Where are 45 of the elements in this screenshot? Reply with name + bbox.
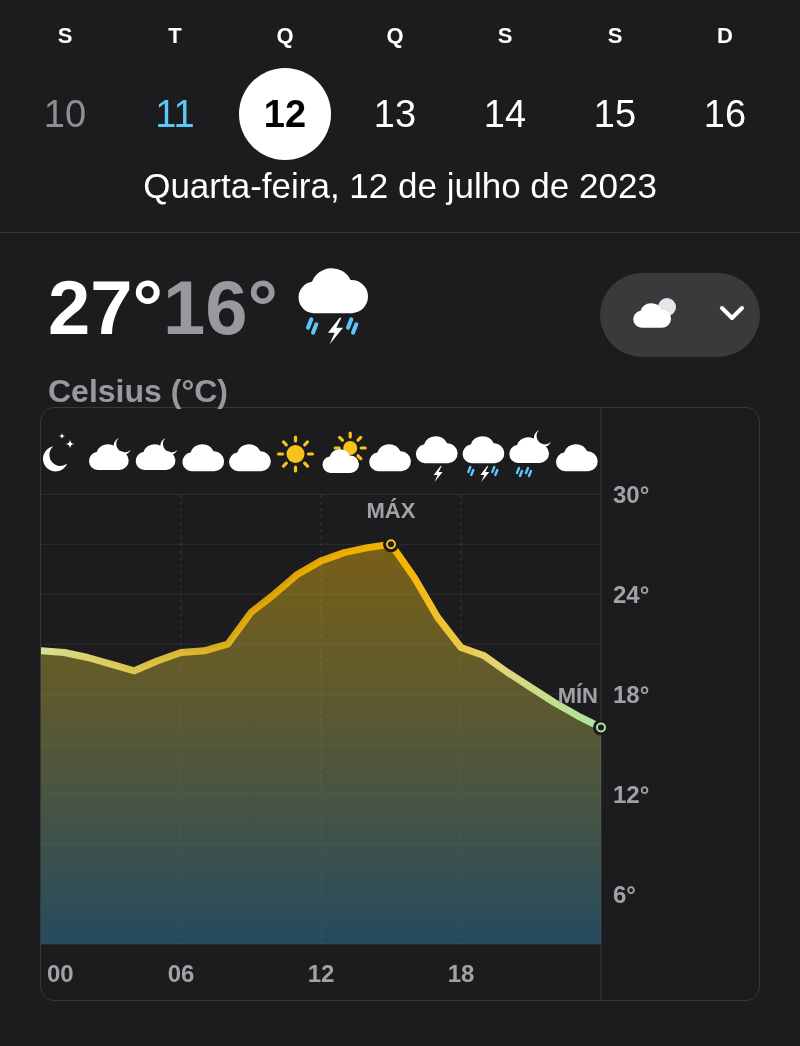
cloud-icon (182, 444, 225, 472)
y-axis-label: 18° (613, 680, 650, 708)
cloud-moon-rain-icon (509, 430, 551, 478)
low-temperature: 16° (162, 268, 278, 348)
weekday-label: Q (386, 22, 404, 50)
day-button[interactable]: 14 (459, 68, 551, 160)
cloud-icon (369, 444, 411, 472)
cloud-sun-icon (322, 431, 367, 473)
min-marker (593, 719, 609, 736)
high-temperature: 27° (48, 268, 163, 348)
selected-date: Quarta-feira, 12 de julho de 2023 (142, 166, 658, 206)
day-button[interactable]: 13 (349, 68, 441, 160)
y-axis-label: 12° (613, 780, 650, 808)
day-button[interactable]: 11 (129, 68, 221, 160)
day-button[interactable]: 15 (569, 68, 661, 160)
x-axis-label: 00 (47, 960, 74, 987)
sun-icon (276, 435, 315, 473)
min-label: MÍN (557, 683, 598, 709)
cloud-lightning-icon (415, 436, 458, 482)
y-axis-label: 6° (613, 880, 636, 908)
unit-label: Celsius (°C) (48, 373, 228, 410)
x-axis-label: 12 (307, 960, 335, 987)
cloud-icon (229, 444, 271, 472)
x-axis-label: 18 (447, 960, 475, 987)
day-button[interactable]: 10 (19, 68, 111, 160)
weekday-label: S (57, 22, 73, 50)
weekday-label: Q (276, 22, 294, 50)
cloud-sun-icon (633, 296, 679, 330)
cloud-icon (556, 444, 598, 472)
weekday-label: S (497, 22, 513, 50)
day-button[interactable]: 16 (679, 68, 771, 160)
x-axis-label: 06 (167, 960, 195, 987)
weekday-label: D (717, 22, 733, 50)
y-axis-label: 30° (613, 480, 650, 508)
cloud-moon-icon (89, 438, 131, 470)
cloud-moon-icon (135, 438, 178, 470)
day-button[interactable]: 12 (239, 68, 331, 160)
weekday-label: T (168, 22, 182, 50)
weekday-label: S (607, 22, 623, 50)
cloud-lightning-rain-icon (462, 436, 505, 482)
chevron-down-icon (719, 305, 745, 321)
moon-stars-icon (42, 432, 75, 472)
max-marker (383, 536, 399, 553)
max-label: MÁX (366, 498, 416, 524)
y-axis-label: 24° (613, 580, 650, 608)
